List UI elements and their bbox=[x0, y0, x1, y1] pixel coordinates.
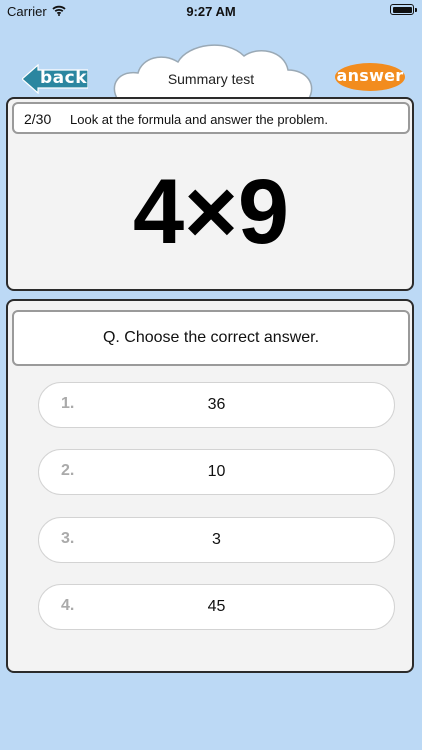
choice-button-3[interactable]: 3. 3 bbox=[38, 517, 395, 563]
choice-value: 45 bbox=[207, 598, 226, 615]
answer-prompt: Q. Choose the correct answer. bbox=[102, 329, 320, 346]
choice-button-2[interactable]: 2. 10 bbox=[38, 449, 395, 495]
answer-label: answer bbox=[336, 66, 404, 85]
question-counter: 2/30 bbox=[24, 111, 52, 127]
choice-button-4[interactable]: 4. 45 bbox=[38, 584, 395, 630]
status-bar: Carrier 9:27 AM bbox=[0, 0, 422, 22]
cloud-icon bbox=[113, 44, 313, 100]
instruction-box: 2/30 Look at the formula and answer the … bbox=[12, 102, 410, 134]
formula: 4×9 bbox=[132, 161, 290, 263]
battery-icon bbox=[390, 4, 417, 15]
status-time: 9:27 AM bbox=[186, 4, 236, 19]
answer-prompt-box: Q. Choose the correct answer. bbox=[12, 310, 410, 366]
choice-value: 36 bbox=[207, 396, 226, 413]
choice-button-1[interactable]: 1. 36 bbox=[38, 382, 395, 428]
answer-button[interactable]: answer bbox=[333, 61, 407, 93]
choice-value: 3 bbox=[212, 531, 221, 548]
choice-value: 10 bbox=[207, 463, 226, 480]
instruction-text: Look at the formula and answer the probl… bbox=[70, 112, 328, 127]
